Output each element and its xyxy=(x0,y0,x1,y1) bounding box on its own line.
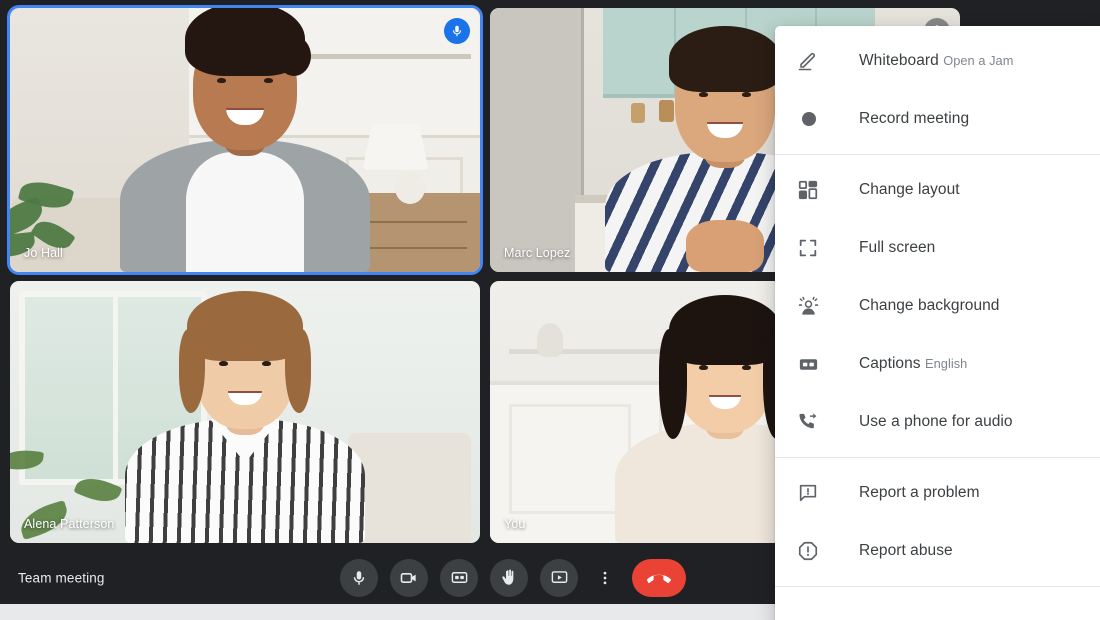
captions-cc-icon xyxy=(797,353,827,376)
end-call-button[interactable] xyxy=(632,558,686,597)
participant-name: Marc Lopez xyxy=(504,246,571,260)
present-screen-icon xyxy=(551,571,567,583)
captions-cc-icon xyxy=(451,572,467,583)
menu-item-text: Change background xyxy=(859,297,999,316)
menu-item-label: Captions xyxy=(859,354,921,372)
menu-item-use-phone-for-audio[interactable]: Use a phone for audio xyxy=(775,393,1100,451)
menu-item-label: Change layout xyxy=(859,180,960,198)
menu-item-change-layout[interactable]: Change layout xyxy=(775,161,1100,219)
report-abuse-icon xyxy=(797,540,827,562)
participant-name: You xyxy=(504,517,526,531)
camera-icon xyxy=(400,572,416,583)
menu-item-text: Change layout xyxy=(859,181,960,200)
meeting-title: Team meeting xyxy=(18,570,105,585)
shoulders xyxy=(125,419,365,543)
participant-tile-alena-patterson[interactable]: Alena Patterson xyxy=(10,281,480,543)
mic-on-badge xyxy=(444,18,470,44)
menu-item-label: Report a problem xyxy=(859,483,980,501)
raise-hand-icon xyxy=(502,569,514,585)
menu-item-label: Use a phone for audio xyxy=(859,412,1013,430)
microphone-button[interactable] xyxy=(340,558,378,597)
more-options-menu: Whiteboard Open a Jam Record meeting Cha… xyxy=(775,26,1100,620)
more-options-button[interactable] xyxy=(590,559,620,597)
menu-divider xyxy=(775,154,1100,155)
menu-item-text: Use a phone for audio xyxy=(859,413,1013,432)
menu-item-report-a-problem[interactable]: Report a problem xyxy=(775,464,1100,522)
raise-hand-button[interactable] xyxy=(490,558,528,597)
meeting-window: Jo Hall Marc Lopez Alena Patterson You T… xyxy=(0,0,1100,620)
present-screen-button[interactable] xyxy=(540,558,578,597)
captions-button[interactable] xyxy=(440,558,478,597)
video-feed-alena-patterson xyxy=(10,281,480,543)
menu-item-change-background[interactable]: Change background xyxy=(775,277,1100,335)
end-call-icon xyxy=(647,574,671,583)
menu-item-text: Report abuse xyxy=(859,542,953,561)
camera-button[interactable] xyxy=(390,558,428,597)
menu-item-report-abuse[interactable]: Report abuse xyxy=(775,522,1100,580)
menu-item-text: Captions English xyxy=(859,355,967,374)
microphone-icon xyxy=(353,570,365,585)
menu-item-label: Full screen xyxy=(859,238,936,256)
menu-item-label: Whiteboard xyxy=(859,51,939,69)
layout-grid-icon xyxy=(797,179,827,201)
menu-item-text: Full screen xyxy=(859,239,935,258)
participant-name: Jo Hall xyxy=(24,246,63,260)
menu-item-label: Change background xyxy=(859,296,1000,314)
report-problem-icon xyxy=(797,482,827,504)
menu-item-label: Report abuse xyxy=(859,541,953,559)
more-options-icon xyxy=(603,571,607,584)
menu-item-text: Record meeting xyxy=(859,110,969,129)
shoulders xyxy=(120,140,370,272)
menu-item-label: Record meeting xyxy=(859,109,970,127)
video-feed-jo-hall xyxy=(10,8,480,272)
change-background-icon xyxy=(797,295,827,318)
menu-item-sublabel: English xyxy=(925,355,968,371)
phone-audio-icon xyxy=(797,411,827,434)
participant-name: Alena Patterson xyxy=(24,517,115,531)
microphone-icon xyxy=(452,25,462,37)
menu-item-text: Report a problem xyxy=(859,484,980,503)
record-dot-icon xyxy=(797,107,827,131)
menu-divider xyxy=(775,457,1100,458)
menu-item-whiteboard[interactable]: Whiteboard Open a Jam xyxy=(775,32,1100,90)
meeting-controls xyxy=(340,558,686,597)
menu-divider xyxy=(775,586,1100,587)
menu-item-sublabel: Open a Jam xyxy=(943,52,1014,68)
participant-tile-jo-hall[interactable]: Jo Hall xyxy=(10,8,480,272)
menu-item-record-meeting[interactable]: Record meeting xyxy=(775,90,1100,148)
menu-item-captions[interactable]: Captions English xyxy=(775,335,1100,393)
whiteboard-pen-icon xyxy=(797,49,827,73)
fullscreen-icon xyxy=(797,237,827,259)
menu-item-full-screen[interactable]: Full screen xyxy=(775,219,1100,277)
menu-item-text: Whiteboard Open a Jam xyxy=(859,52,1013,71)
